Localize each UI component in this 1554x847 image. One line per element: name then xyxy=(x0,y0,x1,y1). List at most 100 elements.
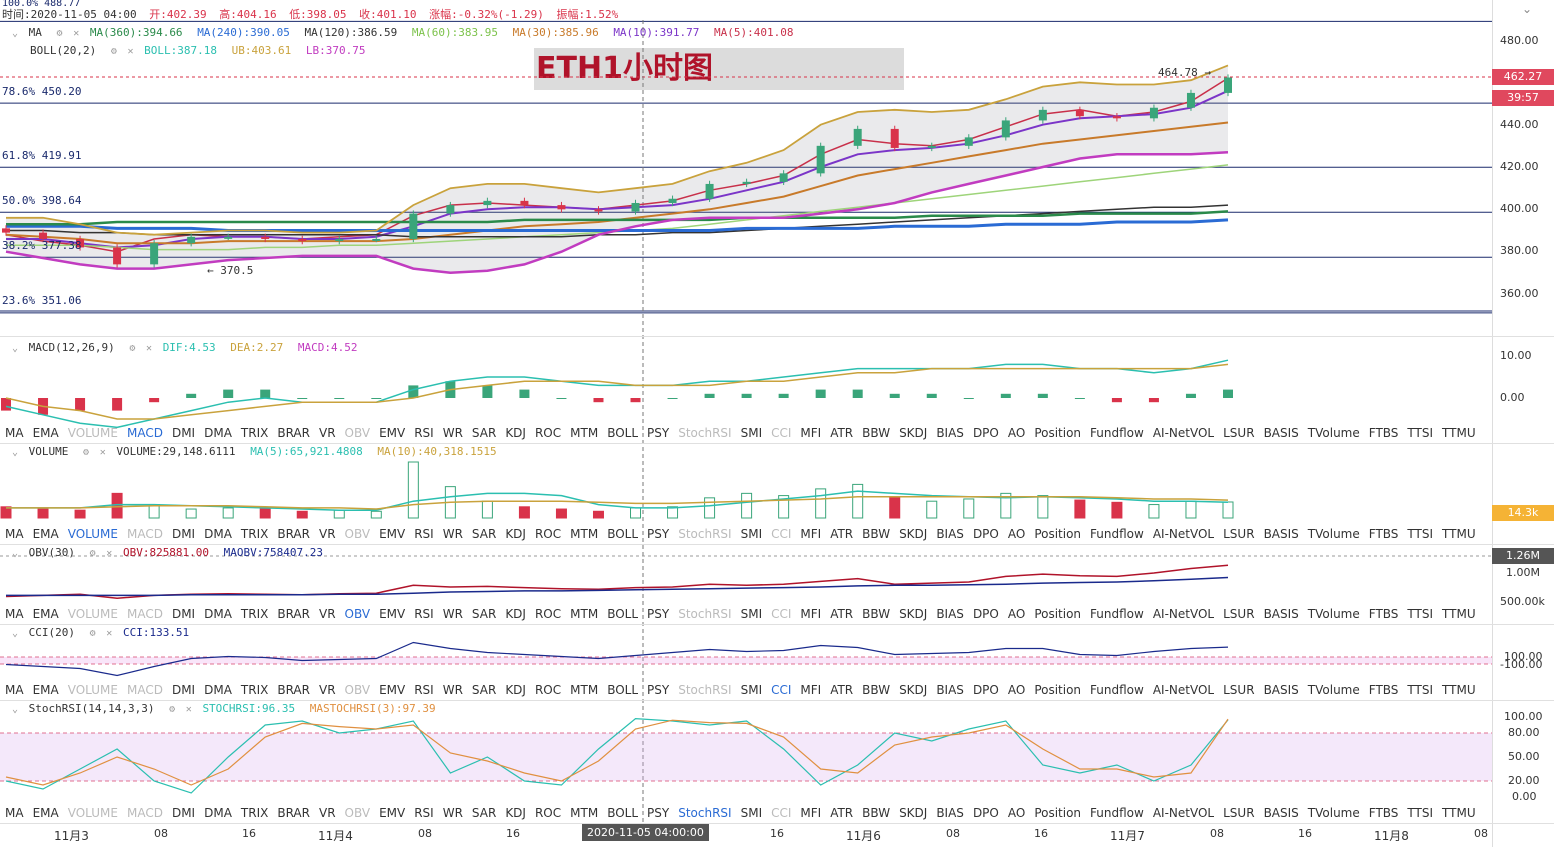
tab-fundflow[interactable]: Fundflow xyxy=(1085,680,1148,700)
tab-cci[interactable]: CCI xyxy=(766,604,795,624)
tab-bbw[interactable]: BBW xyxy=(857,423,894,443)
tab-roc[interactable]: ROC xyxy=(530,604,565,624)
tab-basis[interactable]: BASIS xyxy=(1259,423,1303,443)
tab-ai-netvol[interactable]: AI-NetVOL xyxy=(1148,524,1218,544)
close-icon[interactable]: ✕ xyxy=(146,343,152,354)
tab-mtm[interactable]: MTM xyxy=(565,803,602,823)
tab-position[interactable]: Position xyxy=(1029,604,1085,624)
tab-rsi[interactable]: RSI xyxy=(409,803,438,823)
tab-dmi[interactable]: DMI xyxy=(167,803,199,823)
tab-cci[interactable]: CCI xyxy=(766,680,795,700)
tab-emv[interactable]: EMV xyxy=(374,524,409,544)
tab-ma[interactable]: MA xyxy=(0,423,28,443)
tab-atr[interactable]: ATR xyxy=(825,524,857,544)
tab-bbw[interactable]: BBW xyxy=(857,524,894,544)
tab-vr[interactable]: VR xyxy=(314,423,340,443)
tab-trix[interactable]: TRIX xyxy=(236,803,272,823)
tab-boll[interactable]: BOLL xyxy=(602,680,642,700)
tab-macd[interactable]: MACD xyxy=(122,803,167,823)
tab-ao[interactable]: AO xyxy=(1003,680,1029,700)
tab-dpo[interactable]: DPO xyxy=(968,604,1003,624)
tab-cci[interactable]: CCI xyxy=(766,803,795,823)
tab-fundflow[interactable]: Fundflow xyxy=(1085,803,1148,823)
tab-dma[interactable]: DMA xyxy=(199,803,236,823)
tab-kdj[interactable]: KDJ xyxy=(500,680,530,700)
tab-wr[interactable]: WR xyxy=(438,604,467,624)
settings-icon[interactable]: ⚙ xyxy=(90,628,96,639)
tab-wr[interactable]: WR xyxy=(438,423,467,443)
tab-ttsi[interactable]: TTSI xyxy=(1402,524,1437,544)
tab-sar[interactable]: SAR xyxy=(467,680,500,700)
tab-rsi[interactable]: RSI xyxy=(409,524,438,544)
tab-dma[interactable]: DMA xyxy=(199,680,236,700)
indicator-tabs[interactable]: MA EMA VOLUME MACD DMI DMA TRIX BRAR VR OBV EMV RSI… xyxy=(0,604,1492,624)
tab-ema[interactable]: EMA xyxy=(28,423,63,443)
tab-sar[interactable]: SAR xyxy=(467,524,500,544)
tab-dpo[interactable]: DPO xyxy=(968,423,1003,443)
tab-sar[interactable]: SAR xyxy=(467,423,500,443)
collapse-toggle-icon[interactable]: ⌄ xyxy=(12,343,18,354)
tab-boll[interactable]: BOLL xyxy=(602,524,642,544)
pane-divider[interactable] xyxy=(0,624,1554,625)
tab-boll[interactable]: BOLL xyxy=(602,803,642,823)
tab-obv[interactable]: OBV xyxy=(340,604,375,624)
tab-mtm[interactable]: MTM xyxy=(565,423,602,443)
tab-skdj[interactable]: SKDJ xyxy=(894,423,931,443)
tab-kdj[interactable]: KDJ xyxy=(500,604,530,624)
tab-kdj[interactable]: KDJ xyxy=(500,803,530,823)
tab-rsi[interactable]: RSI xyxy=(409,604,438,624)
tab-dmi[interactable]: DMI xyxy=(167,680,199,700)
tab-ftbs[interactable]: FTBS xyxy=(1364,423,1403,443)
tab-fundflow[interactable]: Fundflow xyxy=(1085,423,1148,443)
tab-macd[interactable]: MACD xyxy=(122,680,167,700)
tab-rsi[interactable]: RSI xyxy=(409,680,438,700)
collapse-toggle-icon[interactable]: ⌄ xyxy=(12,628,18,639)
tab-ttmu[interactable]: TTMU xyxy=(1437,423,1480,443)
tab-position[interactable]: Position xyxy=(1029,524,1085,544)
tab-vr[interactable]: VR xyxy=(314,803,340,823)
tab-ftbs[interactable]: FTBS xyxy=(1364,604,1403,624)
tab-smi[interactable]: SMI xyxy=(736,680,767,700)
tab-ai-netvol[interactable]: AI-NetVOL xyxy=(1148,604,1218,624)
tab-ftbs[interactable]: FTBS xyxy=(1364,680,1403,700)
tab-mtm[interactable]: MTM xyxy=(565,680,602,700)
tab-stochrsi[interactable]: StochRSI xyxy=(673,803,735,823)
tab-emv[interactable]: EMV xyxy=(374,423,409,443)
collapse-toggle-icon[interactable]: ⌄ xyxy=(12,447,18,458)
tab-brar[interactable]: BRAR xyxy=(272,524,314,544)
close-icon[interactable]: ✕ xyxy=(106,548,112,559)
indicator-tabs[interactable]: MA EMA VOLUME MACD DMI DMA TRIX BRAR VR OBV EMV RSI… xyxy=(0,803,1492,823)
tab-ai-netvol[interactable]: AI-NetVOL xyxy=(1148,680,1218,700)
tab-sar[interactable]: SAR xyxy=(467,604,500,624)
tab-dpo[interactable]: DPO xyxy=(968,680,1003,700)
tab-emv[interactable]: EMV xyxy=(374,604,409,624)
tab-ttmu[interactable]: TTMU xyxy=(1437,803,1480,823)
tab-volume[interactable]: VOLUME xyxy=(63,604,122,624)
tab-psy[interactable]: PSY xyxy=(642,604,673,624)
tab-brar[interactable]: BRAR xyxy=(272,604,314,624)
tab-mfi[interactable]: MFI xyxy=(795,524,825,544)
tab-ma[interactable]: MA xyxy=(0,803,28,823)
tab-ttmu[interactable]: TTMU xyxy=(1437,604,1480,624)
tab-ao[interactable]: AO xyxy=(1003,803,1029,823)
tab-ftbs[interactable]: FTBS xyxy=(1364,524,1403,544)
tab-emv[interactable]: EMV xyxy=(374,680,409,700)
tab-ttsi[interactable]: TTSI xyxy=(1402,423,1437,443)
tab-volume[interactable]: VOLUME xyxy=(63,680,122,700)
tab-psy[interactable]: PSY xyxy=(642,680,673,700)
time-axis[interactable]: 11月3 08 16 11月4 08 16 16 11月6 08 16 11月7… xyxy=(0,824,1492,844)
tab-psy[interactable]: PSY xyxy=(642,524,673,544)
tab-emv[interactable]: EMV xyxy=(374,803,409,823)
tab-roc[interactable]: ROC xyxy=(530,680,565,700)
tab-lsur[interactable]: LSUR xyxy=(1218,524,1258,544)
tab-ema[interactable]: EMA xyxy=(28,524,63,544)
tab-lsur[interactable]: LSUR xyxy=(1218,604,1258,624)
tab-tvolume[interactable]: TVolume xyxy=(1303,423,1364,443)
tab-ma[interactable]: MA xyxy=(0,680,28,700)
tab-rsi[interactable]: RSI xyxy=(409,423,438,443)
tab-basis[interactable]: BASIS xyxy=(1259,803,1303,823)
tab-cci[interactable]: CCI xyxy=(766,423,795,443)
tab-smi[interactable]: SMI xyxy=(736,524,767,544)
tab-tvolume[interactable]: TVolume xyxy=(1303,604,1364,624)
tab-lsur[interactable]: LSUR xyxy=(1218,803,1258,823)
